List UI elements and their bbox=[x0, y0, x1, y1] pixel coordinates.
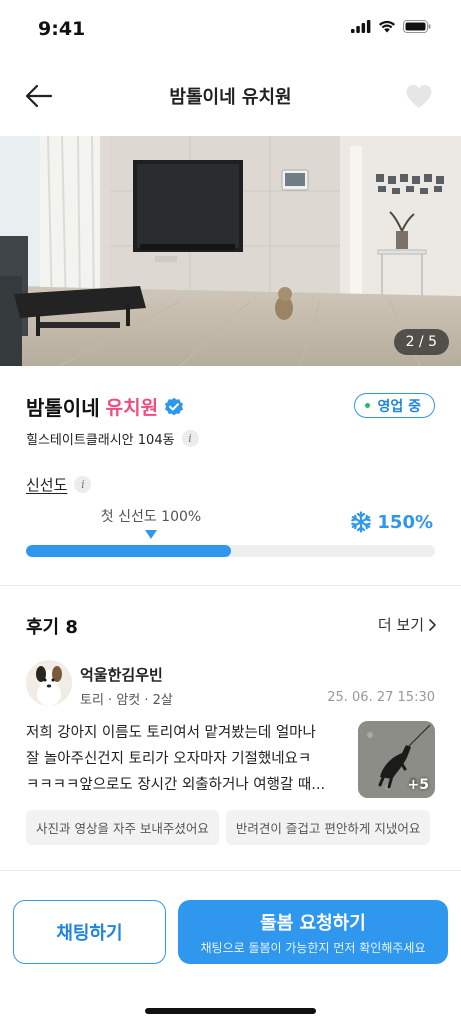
photo-counter: 2 / 5 bbox=[393, 329, 449, 355]
section-divider bbox=[0, 870, 461, 871]
favorite-button[interactable] bbox=[403, 80, 435, 112]
review-text[interactable]: 저희 강아지 이름도 토리여서 맡겨봤는데 얼마나 잘 놀아주신건지 토리가 오… bbox=[26, 720, 348, 798]
photo-count-badge: +5 bbox=[407, 777, 429, 793]
info-icon[interactable]: i bbox=[181, 430, 199, 447]
kindergarten-type: 유치원 bbox=[105, 397, 159, 419]
reviews-title: 후기 8 bbox=[26, 617, 78, 638]
freshness-caption: 첫 신선도 100% bbox=[100, 509, 202, 525]
chevron-right-icon bbox=[429, 618, 436, 631]
care-request-button[interactable]: 돌봄 요청하기 채팅으로 돌봄이 가능한지 먼저 확인해주세요 bbox=[178, 900, 448, 964]
address: 힐스테이트클래시안 104동 bbox=[26, 433, 175, 448]
nav-bar: 밤톨이네 유치원 bbox=[0, 68, 461, 124]
snowflake-icon bbox=[351, 511, 372, 533]
freshness-info-icon[interactable]: i bbox=[74, 476, 92, 493]
reviewer-name: 억울한김우빈 bbox=[80, 666, 163, 684]
reviewer-avatar bbox=[26, 660, 72, 706]
review-text-line: ㅋㅋㅋㅋ앞으로도 장시간 외출하거나 여행갈 때... bbox=[26, 777, 326, 793]
reviews-more-label: 더 보기 bbox=[377, 616, 424, 634]
freshness-label[interactable]: 신선도 bbox=[26, 474, 67, 495]
status-time: 9:41 bbox=[38, 18, 86, 40]
address-row: 힐스테이트클래시안 104동 i bbox=[26, 429, 199, 448]
care-request-label: 돌봄 요청하기 bbox=[260, 912, 366, 934]
home-indicator[interactable] bbox=[145, 1008, 316, 1014]
freshness-marker-icon bbox=[145, 530, 157, 539]
review-tags: 사진과 영상을 자주 보내주셨어요 반려견이 즐겁고 편안하게 지냈어요 bbox=[26, 810, 461, 845]
review-text-line: 저희 강아지 이름도 토리여서 맡겨봤는데 얼마나 bbox=[26, 725, 316, 741]
heart-icon bbox=[406, 84, 432, 108]
section-divider bbox=[0, 585, 461, 586]
care-request-subtext: 채팅으로 돌봄이 가능한지 먼저 확인해주세요 bbox=[200, 940, 426, 955]
freshness-percent: 150% bbox=[377, 511, 433, 533]
review-tag: 사진과 영상을 자주 보내주셨어요 bbox=[26, 810, 219, 845]
reviewer-pet-info: 토리 · 암컷 · 2살 bbox=[80, 693, 173, 708]
freshness-value: 150% bbox=[350, 511, 433, 533]
status-text: 영업 중 bbox=[377, 398, 421, 415]
photo-carousel[interactable]: 2 / 5 bbox=[0, 136, 461, 366]
freshness-header: 신선도 i bbox=[26, 474, 92, 495]
page-title: 밤톨이네 유치원 bbox=[169, 87, 292, 108]
battery-icon bbox=[403, 20, 431, 33]
dog-avatar-icon bbox=[26, 660, 72, 706]
review-photo-thumbnail[interactable]: +5 bbox=[358, 721, 435, 798]
review-tag: 반려견이 즐겁고 편안하게 지냈어요 bbox=[225, 810, 431, 845]
status-dot bbox=[365, 403, 371, 408]
review-date: 25. 06. 27 15:30 bbox=[327, 690, 435, 705]
review-text-line: 잘 놀아주신건지 토리가 오자마자 기절했네요ㅋ bbox=[26, 751, 312, 767]
reviews-more-link[interactable]: 더 보기 bbox=[378, 614, 437, 635]
freshness-progress-fill bbox=[26, 545, 231, 557]
verified-badge-icon bbox=[165, 397, 184, 415]
kindergarten-name: 밤톨이네 bbox=[26, 396, 100, 420]
wifi-icon bbox=[379, 20, 395, 33]
chat-button-label: 채팅하기 bbox=[56, 923, 123, 944]
signal-icon bbox=[351, 20, 371, 33]
chat-button[interactable]: 채팅하기 bbox=[13, 900, 166, 964]
name-row: 밤톨이네 유치원 bbox=[26, 392, 184, 421]
freshness-progress bbox=[26, 545, 435, 557]
status-badge: 영업 중 bbox=[354, 393, 435, 418]
status-bar: 9:41 bbox=[0, 0, 461, 58]
kindergarten-photo bbox=[0, 136, 461, 366]
status-icons bbox=[351, 20, 431, 33]
